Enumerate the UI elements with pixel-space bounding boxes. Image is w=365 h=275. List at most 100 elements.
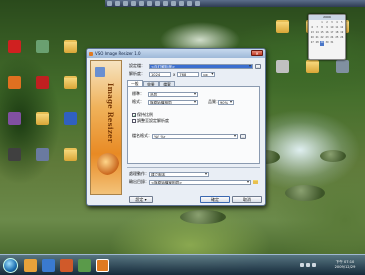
profile-dropdown[interactable]: <自訂解析度> bbox=[149, 63, 253, 69]
filename-options-button[interactable]: … bbox=[240, 133, 246, 139]
browse-folder-icon[interactable] bbox=[253, 180, 258, 184]
calendar-day[interactable]: 10 bbox=[330, 26, 334, 31]
output-folder-dropdown[interactable]: <與原始檔案相同> bbox=[149, 179, 251, 185]
folder-icon bbox=[275, 20, 289, 33]
desktop-icon[interactable] bbox=[58, 112, 82, 126]
clock[interactable]: 下午 07:10 2009/12/29 bbox=[326, 260, 364, 269]
quick-launch-icon[interactable] bbox=[171, 1, 176, 6]
calendar-day[interactable]: 1 bbox=[320, 21, 324, 26]
quality-dropdown[interactable]: 品質 bbox=[148, 91, 198, 97]
desktop-icon[interactable] bbox=[30, 148, 54, 162]
fit-resolution-checkbox[interactable] bbox=[132, 119, 136, 123]
settings-button[interactable]: 設定 ▾ bbox=[129, 196, 153, 203]
quick-launch-icon[interactable] bbox=[147, 1, 152, 6]
folder-icon bbox=[63, 40, 77, 53]
calendar-day[interactable]: 12 bbox=[340, 26, 344, 31]
desktop-icon[interactable] bbox=[58, 148, 82, 162]
calendar-day[interactable]: 18 bbox=[335, 31, 339, 36]
calendar-day[interactable]: 3 bbox=[330, 21, 334, 26]
start-button[interactable] bbox=[3, 258, 18, 273]
height-input[interactable]: 768 bbox=[177, 71, 200, 77]
profile-options-button[interactable]: … bbox=[255, 63, 261, 69]
media-taskbar-icon[interactable] bbox=[60, 259, 73, 272]
calendar-day[interactable]: 29 bbox=[319, 41, 325, 46]
quick-launch-icon[interactable] bbox=[187, 1, 192, 6]
cancel-button[interactable]: 取消 bbox=[232, 196, 262, 203]
width-input[interactable]: 1024 bbox=[149, 71, 171, 77]
calendar-day[interactable]: 24 bbox=[330, 36, 334, 41]
image-resizer-taskbar-icon[interactable] bbox=[96, 259, 109, 272]
explorer-taskbar-icon[interactable] bbox=[24, 259, 37, 272]
calendar-day[interactable]: 25 bbox=[335, 36, 339, 41]
calendar-day[interactable]: 15 bbox=[320, 31, 324, 36]
anime-app-icon bbox=[35, 40, 49, 53]
calendar-day[interactable]: 30 bbox=[325, 41, 329, 46]
calendar-day[interactable]: 7 bbox=[315, 26, 319, 31]
unit-dropdown[interactable]: px bbox=[201, 71, 216, 77]
desktop-icon[interactable] bbox=[2, 40, 26, 54]
quick-launch-icon[interactable] bbox=[179, 1, 184, 6]
level-spinner[interactable]: 90% bbox=[218, 99, 234, 105]
calendar-day[interactable]: 17 bbox=[330, 31, 334, 36]
ie-taskbar-icon[interactable] bbox=[42, 259, 55, 272]
calendar-day[interactable]: 21 bbox=[315, 36, 319, 41]
desktop-icon[interactable] bbox=[58, 76, 82, 90]
calendar-day[interactable]: 26 bbox=[340, 36, 344, 41]
quick-launch-icon[interactable] bbox=[123, 1, 128, 6]
output-label: 輸出目錄： bbox=[129, 179, 149, 184]
calendar-day[interactable]: 19 bbox=[340, 31, 344, 36]
calendar-day[interactable]: 28 bbox=[315, 41, 319, 46]
calendar-day[interactable]: 5 bbox=[340, 21, 344, 26]
app-icon bbox=[35, 76, 49, 89]
desktop-icon[interactable] bbox=[30, 76, 54, 90]
calendar-day[interactable]: 31 bbox=[330, 41, 334, 46]
calendar-day[interactable]: 23 bbox=[325, 36, 329, 41]
action-dropdown[interactable]: 建立副本 bbox=[149, 171, 209, 177]
calendar-gadget[interactable]: 2009 1 2 3 4 5 6 7 8 9 10 11 12 13 14 15 16 17 18 19 20 21 22… bbox=[308, 14, 346, 60]
calendar-day[interactable]: 9 bbox=[325, 26, 329, 31]
wallpaper-rock bbox=[180, 210, 226, 224]
dialog-titlebar[interactable]: VSO Image Resizer 1.0 ✕ bbox=[87, 49, 265, 58]
quick-launch-icon[interactable] bbox=[163, 1, 168, 6]
desktop-icon[interactable] bbox=[270, 20, 294, 34]
calendar-day[interactable]: 14 bbox=[315, 31, 319, 36]
desktop-icon[interactable] bbox=[270, 60, 294, 74]
filename-format-dropdown[interactable]: %f_%r bbox=[152, 133, 238, 139]
desktop-icon[interactable] bbox=[58, 40, 82, 54]
volume-icon[interactable] bbox=[306, 263, 310, 267]
calendar-day[interactable]: 11 bbox=[335, 26, 339, 31]
quick-launch-icon[interactable] bbox=[107, 1, 112, 6]
calendar-day[interactable]: 8 bbox=[320, 26, 324, 31]
calendar-day[interactable]: 6 bbox=[310, 26, 314, 31]
calendar-day[interactable]: 13 bbox=[310, 31, 314, 36]
desktop-icon[interactable] bbox=[2, 148, 26, 162]
quick-launch-icon[interactable] bbox=[131, 1, 136, 6]
anime-app-icon bbox=[7, 112, 21, 125]
close-button[interactable]: ✕ bbox=[251, 50, 263, 56]
quick-launch-icon[interactable] bbox=[139, 1, 144, 6]
calendar-day[interactable]: 2 bbox=[325, 21, 329, 26]
desktop-icon[interactable] bbox=[330, 60, 354, 74]
calendar-day[interactable]: 16 bbox=[325, 31, 329, 36]
desktop-icon[interactable] bbox=[2, 112, 26, 126]
flag-icon[interactable] bbox=[312, 263, 316, 267]
network-icon[interactable] bbox=[300, 263, 304, 267]
app-taskbar-icon[interactable] bbox=[78, 259, 91, 272]
quick-launch-icon[interactable] bbox=[115, 1, 120, 6]
resolution-row: 解析度： 1024 x 768 px bbox=[129, 71, 216, 77]
calendar-day[interactable]: 4 bbox=[335, 21, 339, 26]
desktop-icon[interactable] bbox=[30, 40, 54, 54]
quick-launch-icon[interactable] bbox=[155, 1, 160, 6]
calendar-day bbox=[335, 41, 339, 46]
times-label: x bbox=[173, 71, 176, 77]
calendar-day[interactable]: 20 bbox=[310, 36, 314, 41]
format-dropdown[interactable]: 與原始檔相同 bbox=[148, 99, 198, 105]
ok-button[interactable]: 確定 bbox=[200, 196, 230, 203]
keep-ratio-checkbox[interactable] bbox=[132, 113, 136, 117]
calendar-day[interactable]: 22 bbox=[320, 36, 324, 41]
desktop-icon[interactable] bbox=[30, 112, 54, 126]
calendar-day[interactable]: 27 bbox=[310, 41, 314, 46]
desktop-icon[interactable] bbox=[300, 60, 324, 74]
quick-launch-icon[interactable] bbox=[195, 1, 200, 6]
desktop-icon[interactable] bbox=[2, 76, 26, 90]
